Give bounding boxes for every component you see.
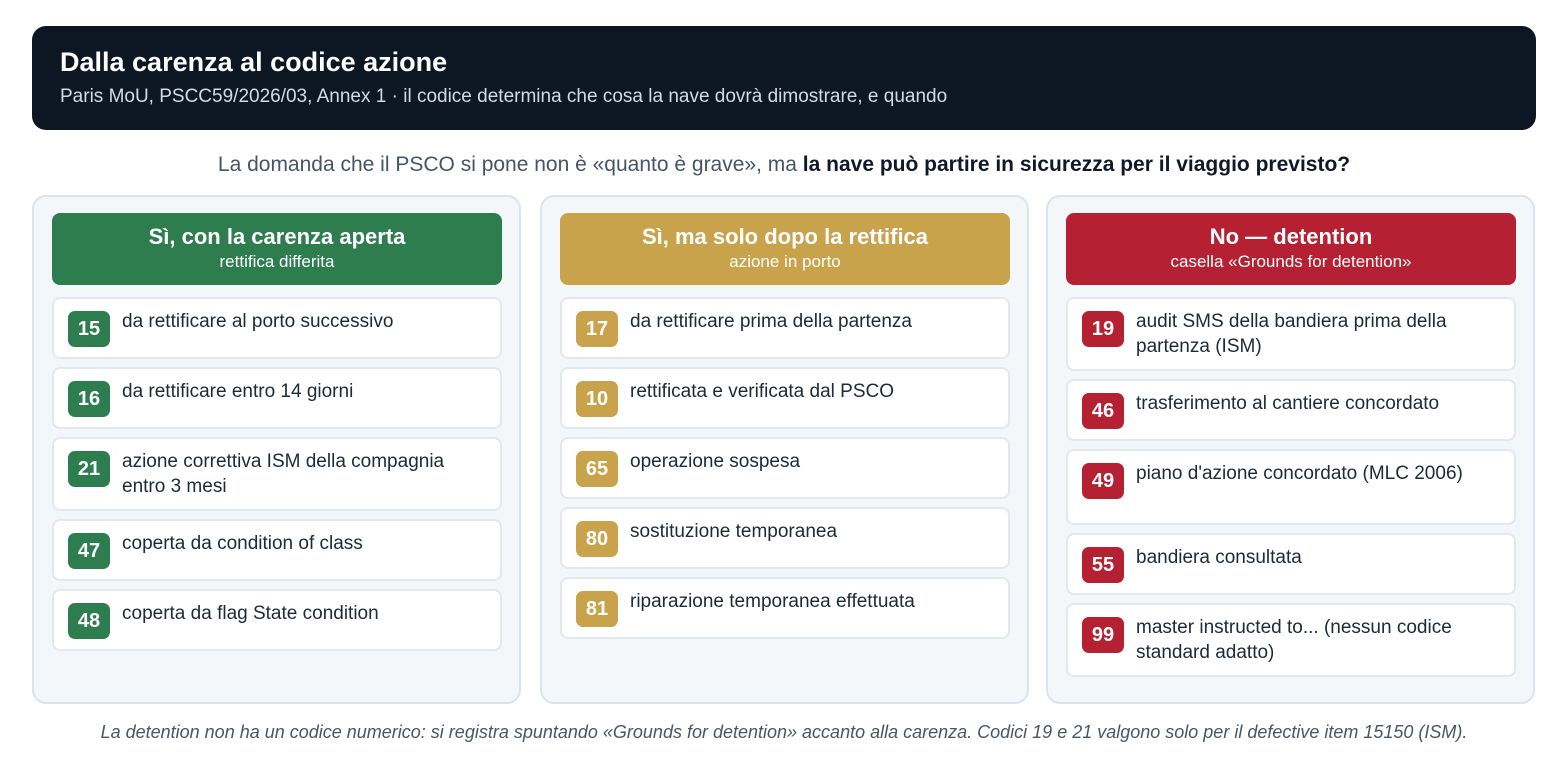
action-code-card: 48 coperta da flag State condition — [52, 589, 502, 651]
code-description: trasferimento al cantiere concordato — [1136, 393, 1440, 414]
column-subtitle: rettifica differita — [219, 252, 335, 271]
column-subtitle: azione in porto — [729, 252, 841, 271]
code-badge: 80 — [576, 521, 618, 557]
header-banner: Dalla carenza al codice azione Paris MoU… — [32, 26, 1536, 130]
action-code-card: 49 piano d'azione concordato (MLC 2006) — [1066, 449, 1516, 525]
code-description: da rettificare al porto successivo — [122, 311, 394, 332]
code-badge: 55 — [1082, 547, 1124, 583]
code-badge: 48 — [68, 603, 110, 639]
action-code-card: 46 trasferimento al cantiere concordato — [1066, 379, 1516, 441]
column-deferred-rectification: Sì, con la carenza aperta rettifica diff… — [32, 195, 521, 704]
code-badge: 16 — [68, 381, 110, 417]
code-badge: 15 — [68, 311, 110, 347]
code-description: operazione sospesa — [630, 451, 801, 472]
page-title: Dalla carenza al codice azione — [60, 47, 448, 77]
action-code-card: 19 audit SMS della bandiera prima della … — [1066, 297, 1516, 371]
action-code-card: 15 da rettificare al porto successivo — [52, 297, 502, 359]
column-subtitle: casella «Grounds for detention» — [1170, 252, 1412, 271]
central-question: La domanda che il PSCO si pone non è «qu… — [0, 151, 1568, 179]
column-header: Sì, ma solo dopo la rettifica azione in … — [560, 213, 1010, 285]
action-code-card: 17 da rettificare prima della partenza — [560, 297, 1010, 359]
code-badge: 17 — [576, 311, 618, 347]
question-emphasis: la nave può partire in sicurezza per il … — [802, 153, 1351, 176]
question-prefix: La domanda che il PSCO si pone non è «qu… — [217, 153, 803, 176]
column-rectify-before-departure: Sì, ma solo dopo la rettifica azione in … — [540, 195, 1029, 704]
code-description: rettificata e verificata dal PSCO — [630, 381, 894, 402]
column-title: Sì, con la carenza aperta — [148, 224, 406, 249]
code-badge: 10 — [576, 381, 618, 417]
action-code-card: 80 sostituzione temporanea — [560, 507, 1010, 569]
code-description: bandiera consultata — [1136, 547, 1302, 568]
code-description: coperta da flag State condition — [122, 603, 379, 624]
column-title: Sì, ma solo dopo la rettifica — [641, 224, 929, 249]
column-detention: No — detention casella «Grounds for dete… — [1046, 195, 1535, 704]
code-description: da rettificare entro 14 giorni — [122, 381, 354, 402]
code-description: da rettificare prima della partenza — [630, 311, 912, 332]
code-badge: 49 — [1082, 463, 1124, 499]
footnote: La detention non ha un codice numerico: … — [100, 722, 1468, 742]
action-code-card: 47 coperta da condition of class — [52, 519, 502, 581]
code-badge: 47 — [68, 533, 110, 569]
code-badge: 19 — [1082, 311, 1124, 347]
code-description: master instructed to... (nessun codice s… — [1136, 617, 1452, 663]
column-title: No — detention — [1209, 224, 1373, 249]
page-subtitle: Paris MoU, PSCC59/2026/03, Annex 1 · il … — [60, 86, 948, 107]
action-code-card: 81 riparazione temporanea effettuata — [560, 577, 1010, 639]
code-badge: 21 — [68, 451, 110, 487]
column-header: Sì, con la carenza aperta rettifica diff… — [52, 213, 502, 285]
code-badge: 81 — [576, 591, 618, 627]
code-description: sostituzione temporanea — [630, 521, 838, 542]
action-code-card: 16 da rettificare entro 14 giorni — [52, 367, 502, 429]
code-description: riparazione temporanea effettuata — [630, 591, 915, 612]
action-code-card: 10 rettificata e verificata dal PSCO — [560, 367, 1010, 429]
action-code-card: 21 azione correttiva ISM della compagnia… — [52, 437, 502, 511]
code-description: audit SMS della bandiera prima della par… — [1136, 311, 1447, 357]
code-description: piano d'azione concordato (MLC 2006) — [1136, 463, 1463, 484]
column-header: No — detention casella «Grounds for dete… — [1066, 213, 1516, 285]
code-description: azione correttiva ISM della compagnia en… — [122, 451, 445, 497]
code-description: coperta da condition of class — [122, 533, 363, 554]
code-badge: 99 — [1082, 617, 1124, 653]
action-code-card: 55 bandiera consultata — [1066, 533, 1516, 595]
action-code-card: 65 operazione sospesa — [560, 437, 1010, 499]
code-badge: 46 — [1082, 393, 1124, 429]
code-badge: 65 — [576, 451, 618, 487]
action-code-card: 99 master instructed to... (nessun codic… — [1066, 603, 1516, 677]
